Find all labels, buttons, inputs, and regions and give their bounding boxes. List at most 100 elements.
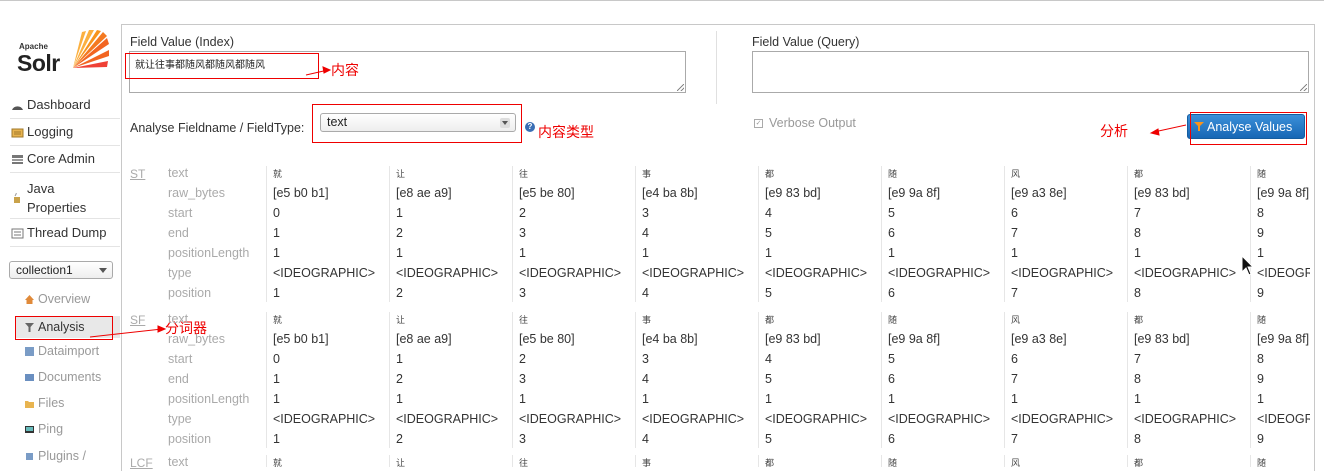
token-position-cell: 8	[1134, 286, 1141, 300]
token-type-cell: <IDEOGRAPHIC>	[1134, 412, 1237, 426]
column-separator	[266, 455, 267, 467]
top-border	[0, 0, 1324, 1]
token-end-cell: 3	[519, 226, 526, 240]
stage-label-sf[interactable]: SF	[130, 313, 145, 327]
token-position-cell: 6	[888, 286, 895, 300]
token-text-cell: 往	[519, 459, 529, 469]
token-text-cell: 随	[1257, 459, 1267, 469]
column-separator	[389, 312, 390, 448]
token-text-cell: 就	[273, 316, 283, 326]
token-start-cell: 8	[1257, 206, 1264, 220]
row-label-positionlength: positionLength	[168, 392, 250, 406]
row-label-text: text	[168, 312, 189, 326]
token-start-cell: 0	[273, 352, 280, 366]
sidebar-item-documents[interactable]: Documents	[24, 370, 120, 384]
verbose-output-label: Verbose Output	[769, 116, 856, 130]
sidebar-item-plugins[interactable]: Plugins /	[24, 449, 120, 463]
annotation-analyze: 分析	[1100, 124, 1128, 140]
checkbox-icon[interactable]: ✓	[754, 118, 763, 128]
token-raw_bytes-cell: [e9 a3 8e]	[1011, 186, 1067, 200]
token-position-cell: 4	[642, 432, 649, 446]
annotation-content: 内容	[331, 63, 359, 79]
token-raw_bytes-cell: [e8 ae a9]	[396, 332, 452, 346]
token-start-cell: 2	[519, 206, 526, 220]
stage-label-st[interactable]: ST	[130, 167, 145, 181]
token-raw_bytes-cell: [e9 83 bd]	[765, 186, 821, 200]
token-text-cell: 都	[765, 316, 775, 326]
token-position-cell: 1	[273, 432, 280, 446]
sidebar-item-logging[interactable]: Logging	[11, 124, 121, 139]
sidebar-item-core-admin[interactable]: Core Admin	[11, 151, 121, 166]
sidebar-item-label: Core Admin	[27, 151, 95, 166]
core-selector-value: collection1	[16, 263, 73, 277]
token-text-cell: 风	[1011, 316, 1021, 326]
token-position-cell: 4	[642, 286, 649, 300]
token-type-cell: <IDEOGRAPHIC>	[888, 412, 991, 426]
token-start-cell: 8	[1257, 352, 1264, 366]
solr-logo[interactable]: Apache Solr	[17, 30, 109, 78]
token-position-cell: 3	[519, 286, 526, 300]
token-end-cell: 6	[888, 226, 895, 240]
core-selector[interactable]: collection1	[9, 261, 113, 279]
column-separator	[1127, 312, 1128, 448]
column-separator	[512, 312, 513, 448]
token-end-cell: 7	[1011, 372, 1018, 386]
column-separator	[758, 455, 759, 467]
token-text-cell: 都	[1134, 316, 1144, 326]
token-start-cell: 7	[1134, 352, 1141, 366]
token-position-cell: 2	[396, 286, 403, 300]
stage-label-lcf[interactable]: LCF	[130, 456, 153, 470]
token-end-cell: 5	[765, 226, 772, 240]
token-type-cell: <IDEOGRAPHIC>	[519, 266, 622, 280]
token-start-cell: 3	[642, 206, 649, 220]
token-raw_bytes-cell: [e9 a3 8e]	[1011, 332, 1067, 346]
token-start-cell: 7	[1134, 206, 1141, 220]
column-separator	[635, 166, 636, 302]
annotation-box-analysis	[15, 316, 113, 340]
sidebar-item-label: Thread Dump	[27, 225, 107, 240]
token-text-cell: 让	[396, 170, 406, 180]
token-start-cell: 6	[1011, 206, 1018, 220]
dashboard-icon	[11, 99, 24, 110]
resize-handle-icon[interactable]	[1300, 84, 1307, 91]
sidebar-item-dashboard[interactable]: Dashboard	[11, 97, 121, 112]
query-value-field[interactable]	[752, 51, 1309, 93]
token-start-cell: 3	[642, 352, 649, 366]
row-label-position: position	[168, 286, 212, 300]
sidebar-item-dataimport[interactable]: Dataimport	[24, 344, 120, 358]
token-end-cell: 9	[1257, 226, 1264, 240]
sidebar-item-java-properties[interactable]: Java Properties	[11, 179, 121, 217]
help-icon[interactable]: ?	[525, 122, 535, 132]
token-type-cell: <IDEOGRAPHIC>	[765, 412, 868, 426]
row-label-raw_bytes: raw_bytes	[168, 332, 225, 346]
token-text-cell: 风	[1011, 459, 1021, 469]
token-text-cell: 就	[273, 170, 283, 180]
resize-handle-icon[interactable]	[677, 84, 684, 91]
sidebar-item-files[interactable]: Files	[24, 396, 120, 410]
logo-solr-text: Solr	[17, 50, 60, 76]
index-value-label: Field Value (Index)	[130, 35, 234, 49]
token-type-cell: <IDEOGRAPHIC>	[1257, 412, 1310, 426]
row-label-type: type	[168, 412, 192, 426]
thread-dump-icon	[11, 227, 24, 239]
sidebar-item-label: Java Properties	[27, 181, 87, 215]
sidebar-item-thread-dump[interactable]: Thread Dump	[11, 225, 121, 240]
sidebar-item-ping[interactable]: Ping	[24, 422, 120, 436]
token-end-cell: 2	[396, 372, 403, 386]
token-position-cell: 7	[1011, 432, 1018, 446]
token-end-cell: 2	[396, 226, 403, 240]
token-type-cell: <IDEOGRAPHIC>	[396, 266, 499, 280]
token-raw_bytes-cell: [e8 ae a9]	[396, 186, 452, 200]
token-text-cell: 随	[1257, 316, 1267, 326]
divider	[10, 218, 120, 219]
sidebar-item-overview[interactable]: Overview	[24, 292, 120, 306]
token-text-cell: 让	[396, 316, 406, 326]
verbose-output-checkbox[interactable]: ✓ Verbose Output	[754, 116, 856, 130]
solr-sun-icon	[73, 30, 109, 68]
sidebar-item-label: Plugins /	[38, 449, 86, 463]
token-raw_bytes-cell: [e5 be 80]	[519, 186, 575, 200]
token-text-cell: 风	[1011, 170, 1021, 180]
token-positionlength-cell: 1	[765, 392, 772, 406]
chevron-down-icon	[99, 268, 107, 273]
token-start-cell: 5	[888, 352, 895, 366]
